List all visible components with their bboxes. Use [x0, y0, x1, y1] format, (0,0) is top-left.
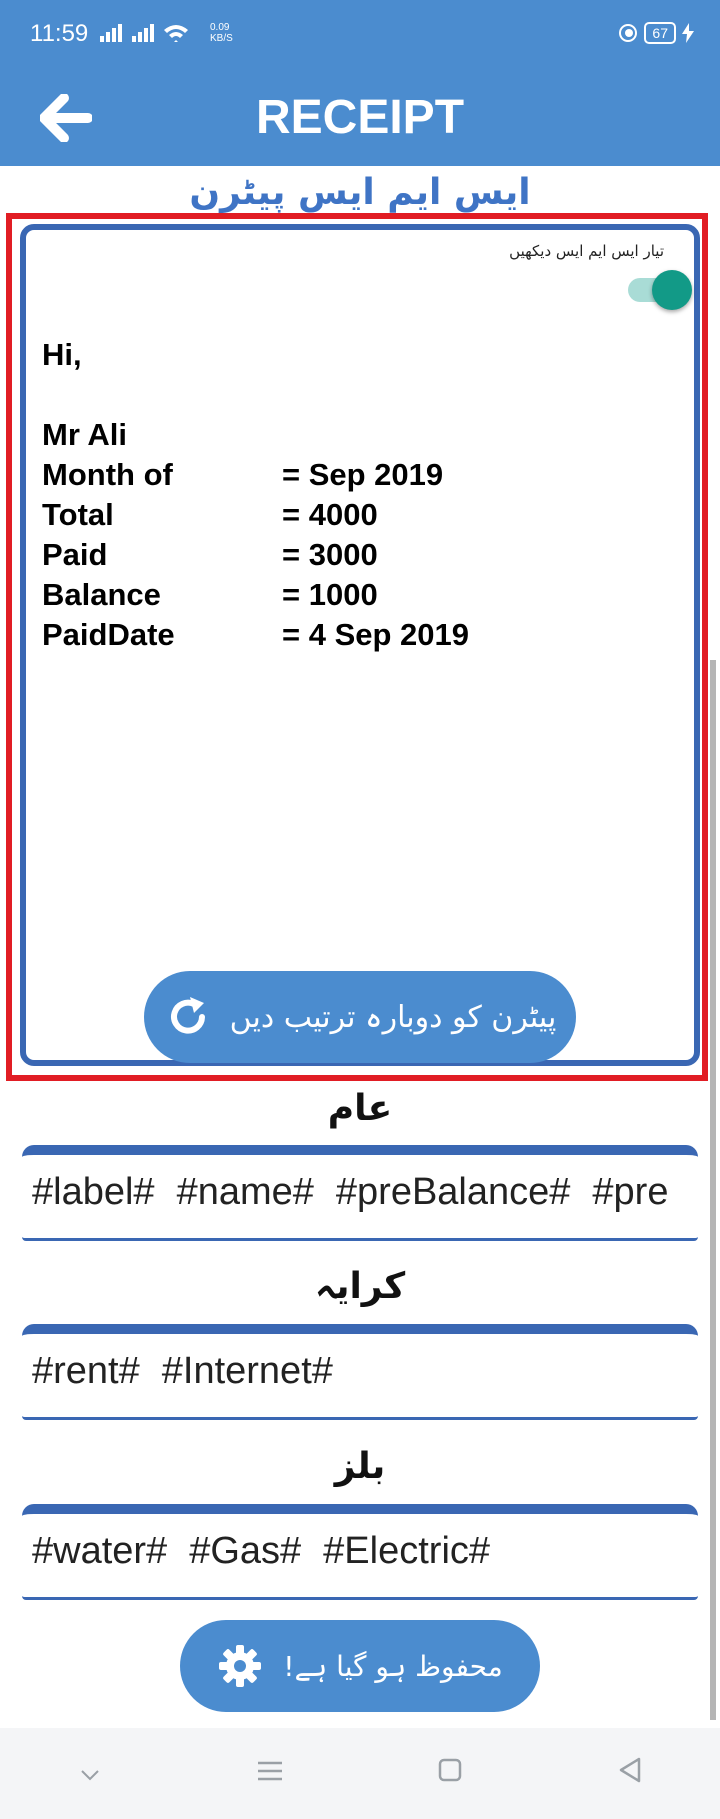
page-title: RECEIPT [255, 91, 465, 144]
system-nav-bar [0, 1728, 720, 1819]
signal-icon [100, 20, 200, 49]
message-row: Month of = Sep 2019 [42, 457, 444, 492]
tag-chip[interactable]: #pre [592, 1171, 668, 1214]
menu-icon[interactable] [240, 1756, 300, 1791]
back-button[interactable] [36, 88, 96, 148]
back-triangle-icon[interactable] [600, 1756, 660, 1792]
tag-chip[interactable]: #Internet# [162, 1350, 333, 1393]
circle-icon [619, 24, 638, 42]
chevron-down-icon[interactable] [60, 1756, 120, 1791]
sms-preview-card: تیار ایس ایم ایس دیکھیں Hi, Mr Ali Month… [20, 224, 700, 1066]
message-row: Paid = 3000 [42, 537, 378, 572]
status-right: 67 [618, 22, 694, 44]
section-title-rent: کرایہ [314, 1266, 406, 1307]
tag-chip[interactable]: #rent# [32, 1350, 140, 1393]
toggle-knob [652, 270, 692, 310]
reset-button-label: پیٹرن کو دوبارہ ترتیب دیں [229, 999, 557, 1035]
app-bar: RECEIPT [0, 70, 720, 166]
tag-chip[interactable]: #water# [32, 1530, 167, 1573]
status-bar: 11:59 0.09 KB/S 67 [0, 0, 720, 70]
message-row: Balance = 1000 [42, 577, 378, 612]
home-square-icon[interactable] [420, 1756, 480, 1791]
tag-chip[interactable]: #preBalance# [336, 1171, 571, 1214]
name-text: Mr Ali [42, 417, 127, 452]
scrollbar[interactable] [710, 660, 716, 1720]
battery-level: 67 [644, 22, 676, 44]
network-speed: 0.09 KB/S [210, 22, 233, 44]
tag-list-rent[interactable]: #rent# #Internet# [22, 1324, 698, 1420]
refresh-icon [170, 997, 205, 1034]
message-row: PaidDate = 4 Sep 2019 [42, 617, 469, 652]
pattern-heading: ایس ایم ایس پیٹرن [189, 172, 531, 213]
section-title-bills: بلز [334, 1446, 386, 1487]
section-title-general: عام [327, 1088, 393, 1129]
tag-chip[interactable]: #Gas# [189, 1530, 301, 1573]
tag-chip[interactable]: #label# [32, 1171, 155, 1214]
save-button-label: محفوظ ہو گیا ہے! [283, 1649, 503, 1683]
tag-chip[interactable]: #Electric# [323, 1530, 490, 1573]
save-button[interactable]: محفوظ ہو گیا ہے! [180, 1620, 540, 1712]
gear-icon [219, 1645, 262, 1687]
arrow-left-icon [40, 94, 92, 142]
status-time: 11:59 [30, 20, 89, 47]
message-row: Total = 4000 [42, 497, 378, 532]
greeting-text: Hi, [42, 337, 82, 372]
charging-icon [682, 23, 694, 43]
toggle-label: تیار ایس ایم ایس دیکھیں [509, 242, 664, 260]
reset-pattern-button[interactable]: پیٹرن کو دوبارہ ترتیب دیں [144, 971, 576, 1063]
tag-chip[interactable]: #name# [177, 1171, 314, 1214]
tag-list-bills[interactable]: #water# #Gas# #Electric# [22, 1504, 698, 1600]
sms-message: Hi, Mr Ali Month of = Sep 2019 Total = 400… [42, 335, 469, 655]
preview-toggle[interactable] [622, 266, 692, 310]
tag-list-general[interactable]: #label# #name# #preBalance# #pre [22, 1145, 698, 1241]
